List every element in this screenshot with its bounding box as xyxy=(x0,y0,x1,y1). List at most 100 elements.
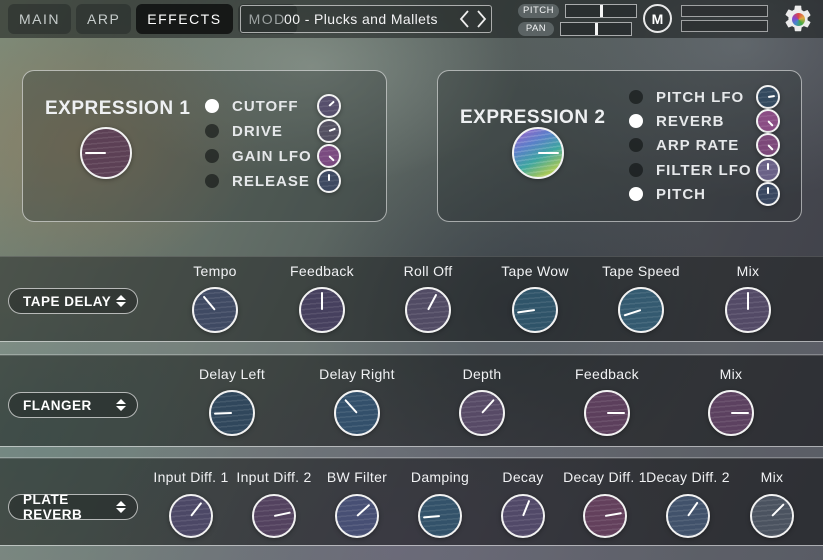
radio-pitch-lfo[interactable] xyxy=(629,90,643,104)
input-diff-1-knob[interactable] xyxy=(169,494,213,538)
knob-label: Decay Diff. 2 xyxy=(646,469,730,485)
option-label-gain-lfo: GAIN LFO xyxy=(232,148,312,165)
option-label-drive: DRIVE xyxy=(232,123,283,140)
option-label-cutoff: CUTOFF xyxy=(232,98,299,115)
filter-lfo-mini-knob[interactable] xyxy=(756,158,780,182)
expression1-title: EXPRESSION 1 xyxy=(45,98,190,120)
option-label-filter-lfo: FILTER LFO xyxy=(656,162,752,179)
pan-slider-handle[interactable] xyxy=(595,23,598,35)
preset-value: 00 - Plucks and Mallets xyxy=(241,11,455,27)
bottom-strip xyxy=(0,545,823,560)
mix-knob[interactable] xyxy=(750,494,794,538)
pitch-mini-knob[interactable] xyxy=(756,182,780,206)
plate-reverb-selector[interactable]: PLATE REVERB xyxy=(8,494,138,520)
decay-knob[interactable] xyxy=(501,494,545,538)
knob-label: BW Filter xyxy=(327,469,387,485)
radio-gain-lfo[interactable] xyxy=(205,149,219,163)
option-label-pitch: PITCH xyxy=(656,186,706,203)
radio-release[interactable] xyxy=(205,174,219,188)
fx-row-plate-reverb: PLATE REVERB Input Diff. 1 Input Diff. 2… xyxy=(0,458,823,545)
cutoff-mini-knob[interactable] xyxy=(317,94,341,118)
settings-button[interactable] xyxy=(781,2,815,36)
gear-center-decoration xyxy=(792,13,805,26)
mix-knob[interactable] xyxy=(725,287,771,333)
tab-main[interactable]: MAIN xyxy=(8,4,71,34)
knob-label: Decay xyxy=(502,469,543,485)
preset-selector[interactable]: 00 - Plucks and Mallets xyxy=(240,5,492,33)
tape-speed-knob[interactable] xyxy=(618,287,664,333)
input-diff-2-knob[interactable] xyxy=(252,494,296,538)
sort-arrows-icon xyxy=(116,295,126,307)
knob-label: Tape Wow xyxy=(501,263,569,279)
knob-label: Mix xyxy=(720,366,743,382)
row-divider xyxy=(0,341,823,355)
gain-lfo-mini-knob[interactable] xyxy=(317,144,341,168)
option-label-release: RELEASE xyxy=(232,173,310,190)
knob-label: Roll Off xyxy=(404,263,453,279)
pitch-lfo-mini-knob[interactable] xyxy=(756,85,780,109)
expression1-main-knob[interactable] xyxy=(80,127,132,179)
radio-drive[interactable] xyxy=(205,124,219,138)
tape-wow-knob[interactable] xyxy=(512,287,558,333)
top-bar: MAIN ARP EFFECTS MOD 00 - Plucks and Mal… xyxy=(0,0,823,38)
drive-mini-knob[interactable] xyxy=(317,119,341,143)
tape-delay-selector-value: TAPE DELAY xyxy=(23,294,111,309)
mix-knob[interactable] xyxy=(708,390,754,436)
flanger-selector-value: FLANGER xyxy=(23,398,92,413)
row-divider xyxy=(0,446,823,458)
release-mini-knob[interactable] xyxy=(317,169,341,193)
fx-row-tape-delay: TAPE DELAY Tempo Feedback Roll Off Tape … xyxy=(0,256,823,341)
knob-label: Input Diff. 1 xyxy=(153,469,228,485)
expression2-main-knob[interactable] xyxy=(512,127,564,179)
knob-label: Input Diff. 2 xyxy=(236,469,311,485)
meter-left xyxy=(681,5,768,17)
sort-arrows-icon xyxy=(116,501,126,513)
expression1-panel: EXPRESSION 1 CUTOFF DRIVE GAIN LFO RELEA… xyxy=(22,70,387,222)
expression2-title: EXPRESSION 2 xyxy=(460,107,605,129)
tab-effects[interactable]: EFFECTS xyxy=(136,4,232,34)
chevron-right-icon xyxy=(476,9,488,29)
radio-cutoff[interactable] xyxy=(205,99,219,113)
plate-reverb-selector-value: PLATE REVERB xyxy=(23,492,116,522)
plugin-window: MAIN ARP EFFECTS MOD 00 - Plucks and Mal… xyxy=(0,0,823,560)
radio-filter-lfo[interactable] xyxy=(629,163,643,177)
tape-delay-selector[interactable]: TAPE DELAY xyxy=(8,288,138,314)
feedback-knob[interactable] xyxy=(299,287,345,333)
mute-button[interactable]: M xyxy=(643,4,672,33)
pitch-slider[interactable] xyxy=(565,4,637,18)
damping-knob[interactable] xyxy=(418,494,462,538)
preset-prev-button[interactable] xyxy=(455,7,473,31)
knob-label: Decay Diff. 1 xyxy=(563,469,647,485)
knob-label: Delay Right xyxy=(319,366,395,382)
radio-reverb[interactable] xyxy=(629,114,643,128)
pitch-slider-handle[interactable] xyxy=(600,5,603,17)
knob-label: Mix xyxy=(761,469,784,485)
decay-diff-2-knob[interactable] xyxy=(666,494,710,538)
preset-next-button[interactable] xyxy=(473,7,491,31)
bw-filter-knob[interactable] xyxy=(335,494,379,538)
sort-arrows-icon xyxy=(116,399,126,411)
knob-label: Feedback xyxy=(290,263,354,279)
pan-label: PAN xyxy=(518,22,554,36)
radio-pitch[interactable] xyxy=(629,187,643,201)
feedback-knob[interactable] xyxy=(584,390,630,436)
pitch-pan-group: PITCH PAN xyxy=(518,3,637,39)
delay-right-knob[interactable] xyxy=(334,390,380,436)
decay-diff-1-knob[interactable] xyxy=(583,494,627,538)
output-meters xyxy=(681,5,768,35)
flanger-selector[interactable]: FLANGER xyxy=(8,392,138,418)
knob-label: Delay Left xyxy=(199,366,265,382)
knob-label: Tape Speed xyxy=(602,263,680,279)
tempo-knob[interactable] xyxy=(192,287,238,333)
delay-left-knob[interactable] xyxy=(209,390,255,436)
reverb-mini-knob[interactable] xyxy=(756,109,780,133)
fx-row-flanger: FLANGER Delay Left Delay Right Depth Fee… xyxy=(0,355,823,446)
depth-knob[interactable] xyxy=(459,390,505,436)
arp-rate-mini-knob[interactable] xyxy=(756,133,780,157)
knob-label: Depth xyxy=(463,366,502,382)
knob-label: Feedback xyxy=(575,366,639,382)
radio-arp-rate[interactable] xyxy=(629,138,643,152)
tab-arp[interactable]: ARP xyxy=(76,4,131,34)
pan-slider[interactable] xyxy=(560,22,632,36)
roll-off-knob[interactable] xyxy=(405,287,451,333)
